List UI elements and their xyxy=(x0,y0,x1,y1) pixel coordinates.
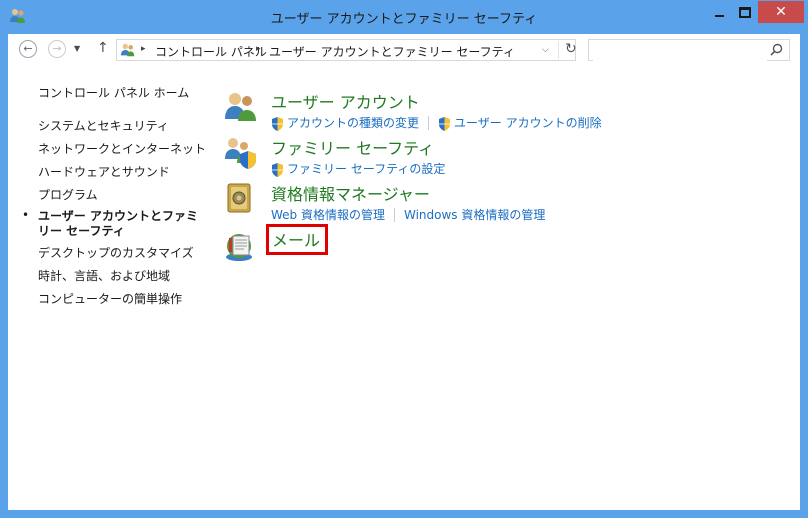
delete-user-account-label: ユーザー アカウントの削除 xyxy=(454,116,602,130)
user-accounts-icon[interactable] xyxy=(224,89,258,123)
family-safety-settings-link[interactable]: ファミリー セーフティの設定 xyxy=(271,160,445,177)
category-title-family-safety[interactable]: ファミリー セーフティ xyxy=(271,135,434,159)
windows-credentials-link[interactable]: Windows 資格情報の管理 xyxy=(404,206,545,223)
current-item-bullet: • xyxy=(22,208,30,222)
sidebar-item-desktop[interactable]: デスクトップのカスタマイズ xyxy=(38,244,194,261)
sidebar-item-user-accounts[interactable]: ユーザー アカウントとファミリー セーフティ xyxy=(38,209,208,239)
breadcrumb-separator[interactable]: ▸ xyxy=(256,44,261,54)
category-title-credential-manager[interactable]: 資格情報マネージャー xyxy=(271,181,430,205)
uac-shield-icon xyxy=(439,116,451,131)
client-area: ← → ▼ ↑ ▸ コントロール パネル ▸ ユーザー アカウントとファミリー … xyxy=(8,34,800,510)
family-safety-links: ファミリー セーフティの設定 xyxy=(271,160,445,177)
sidebar-item-system-security[interactable]: システムとセキュリティ xyxy=(38,117,169,134)
breadcrumb-control-panel[interactable]: コントロール パネル xyxy=(155,43,267,60)
user-accounts-links: アカウントの種類の変更 ユーザー アカウントの削除 xyxy=(271,114,602,131)
sidebar-item-control-panel-home[interactable]: コントロール パネル ホーム xyxy=(38,84,189,101)
address-dropdown-button[interactable]: ⌵ xyxy=(542,45,549,55)
user-accounts-icon xyxy=(120,43,135,57)
credential-manager-links: Web 資格情報の管理 Windows 資格情報の管理 xyxy=(271,206,545,223)
breadcrumb-user-accounts[interactable]: ユーザー アカウントとファミリー セーフティ xyxy=(269,43,515,60)
sidebar-item-network[interactable]: ネットワークとインターネット xyxy=(38,140,206,157)
control-panel-window: ユーザー アカウントとファミリー セーフティ ✕ ← → ▼ ↑ ▸ コントロー… xyxy=(0,0,808,518)
close-button[interactable]: ✕ xyxy=(758,1,804,23)
back-button[interactable]: ← xyxy=(19,40,37,58)
delete-user-account-link[interactable]: ユーザー アカウントの削除 xyxy=(438,114,602,131)
change-account-type-link[interactable]: アカウントの種類の変更 xyxy=(271,114,419,131)
search-input[interactable] xyxy=(593,41,767,61)
mail-icon[interactable] xyxy=(224,229,258,263)
change-account-type-label: アカウントの種類の変更 xyxy=(287,116,420,130)
category-title-mail[interactable]: メール xyxy=(266,224,329,255)
family-safety-settings-label: ファミリー セーフティの設定 xyxy=(287,162,446,176)
maximize-button[interactable] xyxy=(732,1,758,23)
forward-button[interactable]: → xyxy=(48,40,66,58)
sidebar-item-programs[interactable]: プログラム xyxy=(38,186,98,203)
credential-manager-icon[interactable] xyxy=(224,181,258,215)
sidebar-item-clock-language[interactable]: 時計、言語、および地域 xyxy=(38,267,170,284)
minimize-button[interactable] xyxy=(706,1,732,23)
link-divider xyxy=(428,115,430,130)
address-bar[interactable]: ▸ コントロール パネル ▸ ユーザー アカウントとファミリー セーフティ ⌵ … xyxy=(116,39,577,61)
window-title: ユーザー アカウントとファミリー セーフティ xyxy=(270,12,538,27)
navigation-bar: ← → ▼ ↑ ▸ コントロール パネル ▸ ユーザー アカウントとファミリー … xyxy=(8,34,800,66)
link-divider xyxy=(393,207,395,222)
sidebar-item-ease-of-access[interactable]: コンピューターの簡単操作 xyxy=(38,290,182,307)
family-safety-icon[interactable] xyxy=(224,135,258,169)
category-title-user-accounts[interactable]: ユーザー アカウント xyxy=(271,89,420,113)
title-bar[interactable]: ユーザー アカウントとファミリー セーフティ ✕ xyxy=(0,0,808,34)
refresh-button[interactable]: ↻ xyxy=(558,41,577,59)
recent-locations-button[interactable]: ▼ xyxy=(74,44,80,53)
search-box[interactable] xyxy=(588,39,790,61)
sidebar-item-hardware-sound[interactable]: ハードウェアとサウンド xyxy=(38,163,170,180)
breadcrumb-separator[interactable]: ▸ xyxy=(141,44,146,54)
search-icon[interactable] xyxy=(770,43,783,56)
web-credentials-link[interactable]: Web 資格情報の管理 xyxy=(271,206,385,223)
uac-shield-icon xyxy=(272,162,283,177)
up-button[interactable]: ↑ xyxy=(97,40,109,56)
uac-shield-icon xyxy=(272,116,283,131)
